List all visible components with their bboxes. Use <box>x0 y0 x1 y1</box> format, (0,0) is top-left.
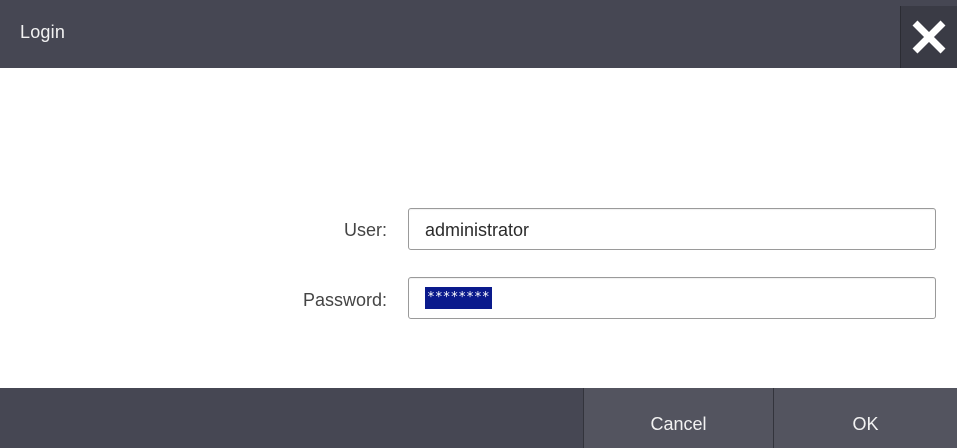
close-icon <box>912 20 946 54</box>
cancel-button-label: Cancel <box>650 414 707 434</box>
login-form: User: administrator Password: ******** <box>0 68 957 388</box>
ok-button[interactable]: OK <box>773 388 957 448</box>
user-input[interactable]: administrator <box>408 208 936 250</box>
password-input-value: ******** <box>425 287 492 309</box>
user-input-value: administrator <box>425 220 530 240</box>
ok-button-label: OK <box>852 414 879 434</box>
password-label: Password: <box>302 290 387 310</box>
close-button[interactable] <box>900 6 957 68</box>
user-label: User: <box>343 220 387 240</box>
footer-bar: Cancel OK <box>0 388 957 448</box>
title-bar: Login <box>0 0 957 68</box>
dialog-title: Login <box>20 22 66 42</box>
login-dialog: Login User: administrator Password: ****… <box>0 0 957 448</box>
cancel-button[interactable]: Cancel <box>583 388 773 448</box>
password-input[interactable]: ******** <box>408 277 936 319</box>
